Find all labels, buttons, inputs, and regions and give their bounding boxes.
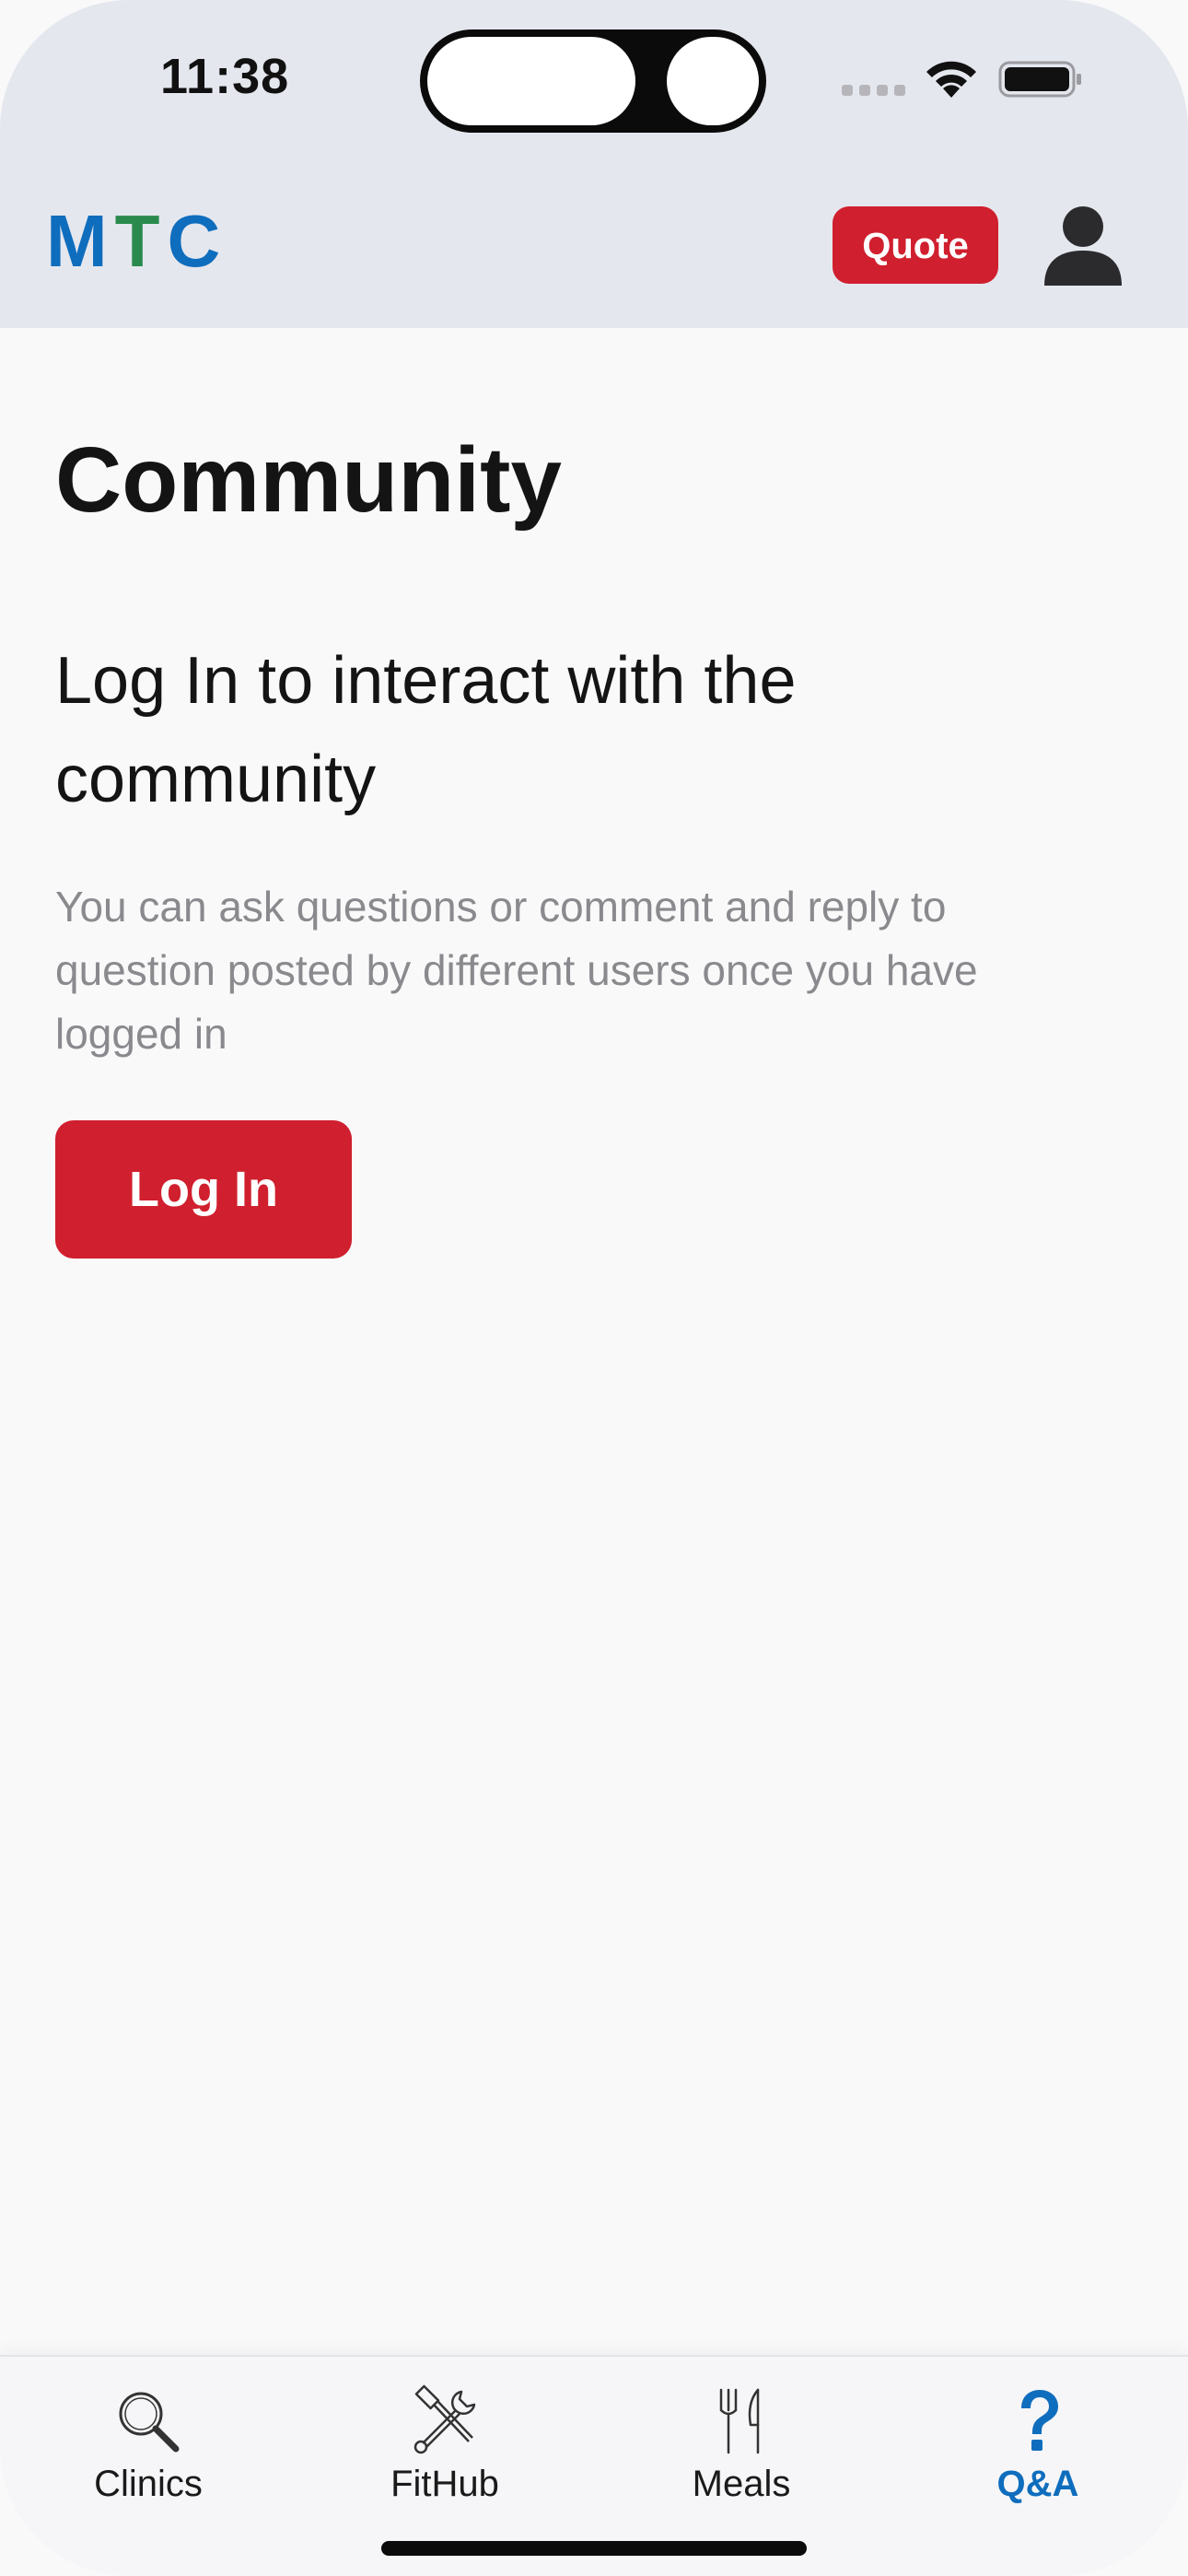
tab-meals[interactable]: Meals [593, 2357, 890, 2541]
home-indicator[interactable] [381, 2541, 807, 2556]
dynamic-island-right-pill [667, 37, 759, 125]
app-header: 11:38 MTC Quote [0, 0, 1188, 328]
brand-logo[interactable]: MTC [46, 205, 227, 278]
login-prompt-description: You can ask questions or comment and rep… [55, 883, 978, 1058]
tab-qa-label: Q&A [996, 2464, 1079, 2504]
status-time: 11:38 [160, 49, 290, 104]
tab-clinics[interactable]: Clinics [0, 2357, 297, 2541]
quote-button[interactable]: Quote [833, 206, 998, 284]
cellular-signal-icon [842, 85, 906, 98]
fork-knife-icon [719, 2388, 760, 2454]
hammer-wrench-icon [413, 2384, 476, 2454]
search-icon [119, 2392, 180, 2453]
tab-clinics-label: Clinics [94, 2464, 203, 2504]
page-title: Community [55, 428, 562, 532]
wifi-icon [926, 61, 976, 98]
app-screen: 11:38 MTC Quote Community Log In to inte… [0, 0, 1188, 2576]
login-button[interactable]: Log In [55, 1120, 352, 1259]
brand-letter-m: M [46, 200, 115, 282]
tab-fithub-label: FitHub [390, 2464, 499, 2504]
tab-meals-label: Meals [692, 2464, 791, 2504]
brand-letter-t: T [114, 200, 168, 282]
tab-fithub[interactable]: FitHub [297, 2357, 593, 2541]
login-prompt-heading: Log In to interact with the community [55, 644, 797, 816]
battery-icon [998, 61, 1081, 98]
dynamic-island-left-pill [427, 37, 635, 125]
tab-qa[interactable]: Q&A [890, 2357, 1186, 2541]
brand-letter-c: C [167, 200, 228, 282]
question-icon [1021, 2390, 1058, 2451]
person-icon[interactable] [1039, 205, 1127, 287]
